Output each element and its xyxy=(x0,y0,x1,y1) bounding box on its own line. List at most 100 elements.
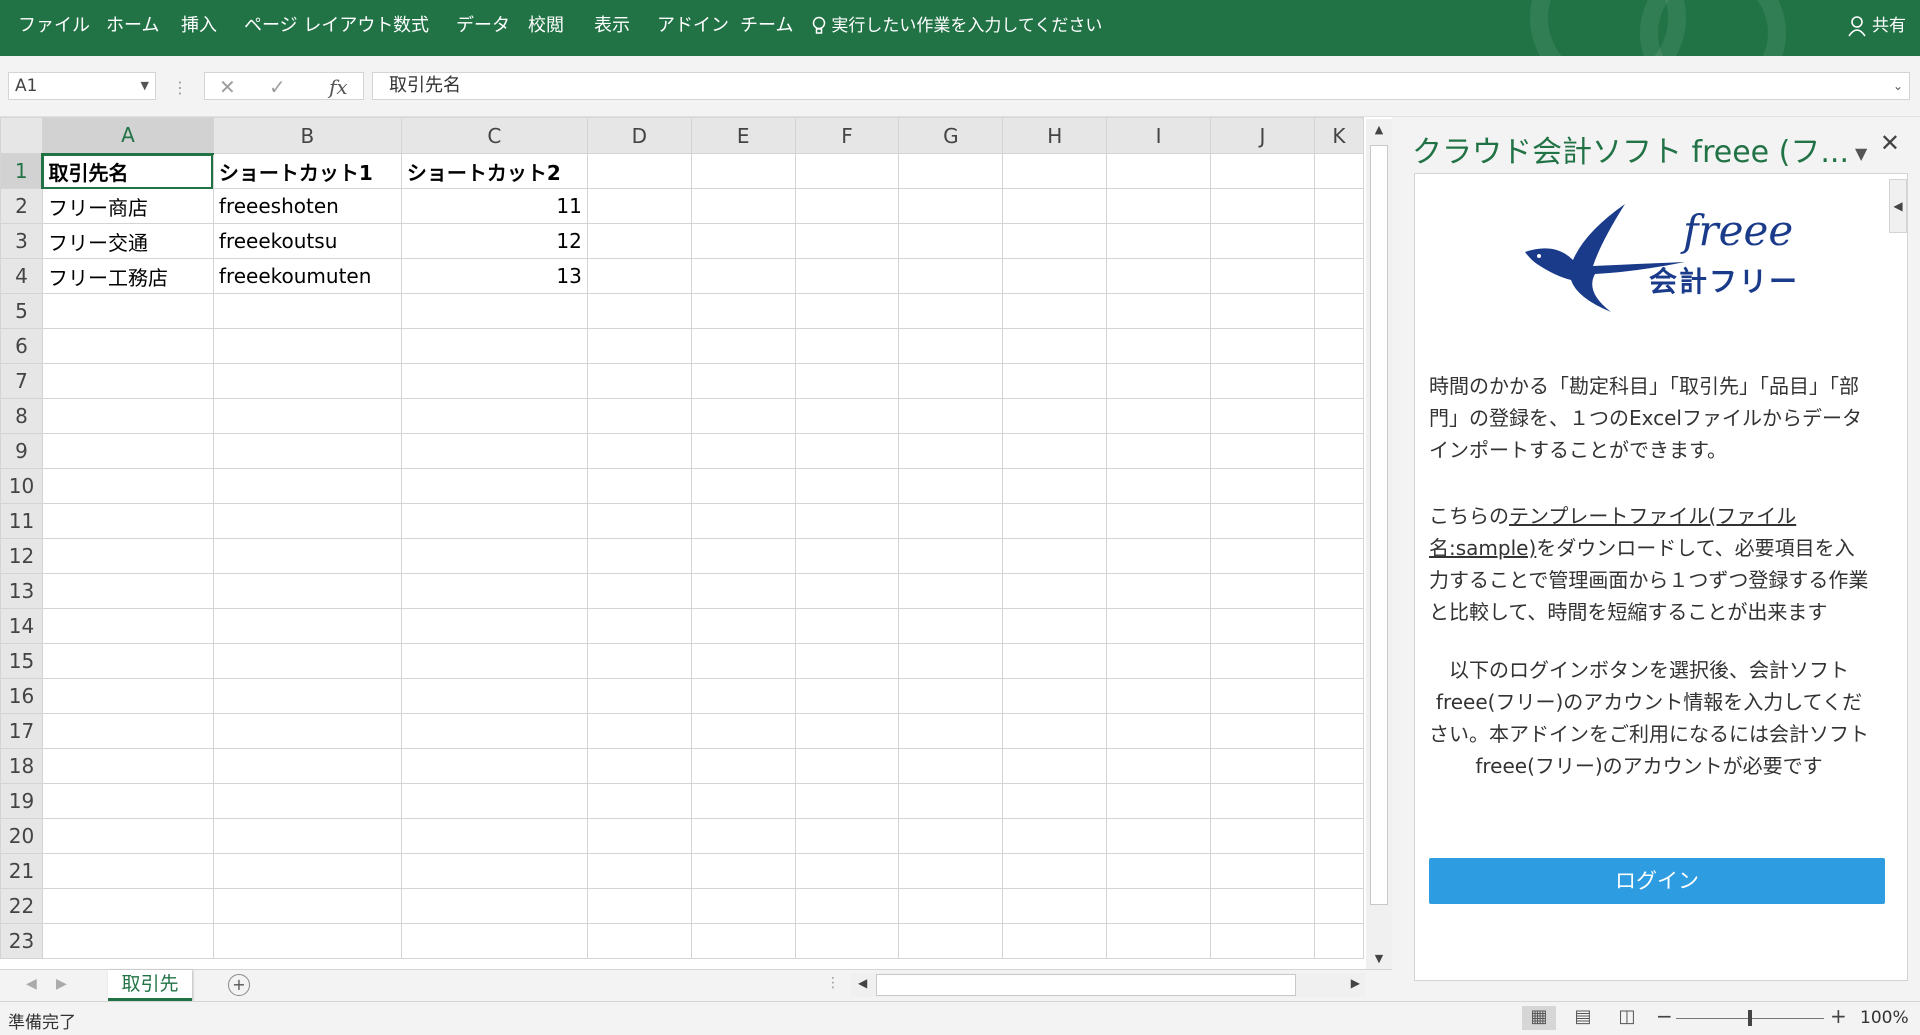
cell[interactable] xyxy=(41,608,214,644)
cell[interactable] xyxy=(586,818,692,854)
cell[interactable] xyxy=(1106,853,1212,889)
collapse-arrow-icon[interactable]: ◀ xyxy=(1889,179,1907,233)
name-box[interactable]: A1 ▼ xyxy=(8,72,156,100)
cell[interactable] xyxy=(794,398,900,434)
cell[interactable] xyxy=(898,748,1004,784)
cell[interactable] xyxy=(586,783,692,819)
cell[interactable] xyxy=(690,643,796,679)
cell[interactable] xyxy=(1313,538,1364,574)
select-all-corner[interactable] xyxy=(0,117,43,154)
cell[interactable] xyxy=(794,783,900,819)
cell[interactable] xyxy=(898,888,1004,924)
cell[interactable] xyxy=(690,468,796,504)
cell[interactable] xyxy=(1313,748,1364,784)
row-header[interactable]: 14 xyxy=(0,608,43,644)
row-header[interactable]: 13 xyxy=(0,573,43,609)
cell[interactable] xyxy=(1210,853,1315,889)
cell[interactable] xyxy=(400,538,588,574)
cell[interactable] xyxy=(1313,888,1364,924)
tab-file[interactable]: ファイル xyxy=(18,0,90,56)
cell[interactable] xyxy=(1002,888,1108,924)
cell[interactable] xyxy=(1210,398,1315,434)
cell[interactable] xyxy=(898,293,1004,329)
cell[interactable] xyxy=(400,888,588,924)
cell[interactable] xyxy=(1210,188,1315,224)
add-sheet-icon[interactable]: + xyxy=(228,974,250,996)
cell[interactable] xyxy=(212,398,402,434)
cell[interactable] xyxy=(1313,503,1364,539)
cell[interactable] xyxy=(586,153,692,189)
cell[interactable] xyxy=(690,363,796,399)
sheet-tab[interactable]: 取引先 xyxy=(108,970,192,1001)
cell[interactable] xyxy=(1313,468,1364,504)
cell[interactable] xyxy=(586,363,692,399)
cell[interactable] xyxy=(1106,398,1212,434)
cell[interactable] xyxy=(586,468,692,504)
normal-view-icon[interactable]: ▦ xyxy=(1522,1006,1556,1030)
cell[interactable] xyxy=(1210,293,1315,329)
cell[interactable] xyxy=(212,748,402,784)
cell[interactable] xyxy=(1210,363,1315,399)
cell[interactable] xyxy=(586,223,692,259)
cell[interactable] xyxy=(212,608,402,644)
cell[interactable] xyxy=(41,503,214,539)
row-header[interactable]: 5 xyxy=(0,293,43,329)
cell[interactable] xyxy=(586,293,692,329)
cell[interactable] xyxy=(41,853,214,889)
cell[interactable] xyxy=(898,468,1004,504)
cell[interactable] xyxy=(586,573,692,609)
cell[interactable]: ショートカット2 xyxy=(400,153,588,189)
cell[interactable] xyxy=(1210,223,1315,259)
column-header[interactable]: K xyxy=(1313,117,1364,154)
cell[interactable] xyxy=(586,608,692,644)
row-header[interactable]: 6 xyxy=(0,328,43,364)
tab-data[interactable]: データ xyxy=(456,0,510,56)
page-break-view-icon[interactable]: ◫ xyxy=(1610,1006,1644,1030)
cell[interactable] xyxy=(586,748,692,784)
cell[interactable] xyxy=(41,923,214,959)
cell[interactable] xyxy=(1002,153,1108,189)
cell[interactable]: freeekoutsu xyxy=(212,223,402,259)
cell[interactable] xyxy=(1313,573,1364,609)
split-handle-icon[interactable]: ⋮ xyxy=(826,975,840,991)
cell[interactable] xyxy=(212,468,402,504)
cell[interactable] xyxy=(212,888,402,924)
cell[interactable] xyxy=(1313,713,1364,749)
tell-me-box[interactable]: 実行したい作業を入力してください xyxy=(812,0,1102,56)
cell[interactable] xyxy=(400,328,588,364)
cell[interactable] xyxy=(1313,923,1364,959)
cell[interactable] xyxy=(794,643,900,679)
row-header[interactable]: 10 xyxy=(0,468,43,504)
cell[interactable] xyxy=(690,818,796,854)
cell[interactable] xyxy=(1106,713,1212,749)
column-header[interactable]: B xyxy=(212,117,402,154)
cell[interactable] xyxy=(1106,573,1212,609)
cell[interactable] xyxy=(898,363,1004,399)
cell[interactable] xyxy=(1106,293,1212,329)
row-header[interactable]: 8 xyxy=(0,398,43,434)
cell[interactable] xyxy=(212,293,402,329)
cell[interactable] xyxy=(898,538,1004,574)
row-header[interactable]: 16 xyxy=(0,678,43,714)
row-header[interactable]: 2 xyxy=(0,188,43,224)
cell[interactable] xyxy=(41,293,214,329)
tab-team[interactable]: チーム xyxy=(740,0,793,56)
cell[interactable] xyxy=(690,608,796,644)
column-header[interactable]: J xyxy=(1210,117,1315,154)
cell[interactable] xyxy=(212,818,402,854)
cell[interactable] xyxy=(212,923,402,959)
cell[interactable] xyxy=(212,433,402,469)
cell[interactable] xyxy=(898,328,1004,364)
cell[interactable] xyxy=(400,923,588,959)
tab-review[interactable]: 校閲 xyxy=(528,0,564,56)
cell[interactable] xyxy=(212,678,402,714)
cell[interactable] xyxy=(1002,398,1108,434)
cell[interactable] xyxy=(794,223,900,259)
cell[interactable] xyxy=(1002,818,1108,854)
cell[interactable]: フリー交通 xyxy=(41,223,214,259)
column-header[interactable]: F xyxy=(794,117,900,154)
cell[interactable] xyxy=(400,818,588,854)
cell[interactable]: ショートカット1 xyxy=(212,153,402,189)
cell[interactable] xyxy=(212,363,402,399)
row-header[interactable]: 7 xyxy=(0,363,43,399)
